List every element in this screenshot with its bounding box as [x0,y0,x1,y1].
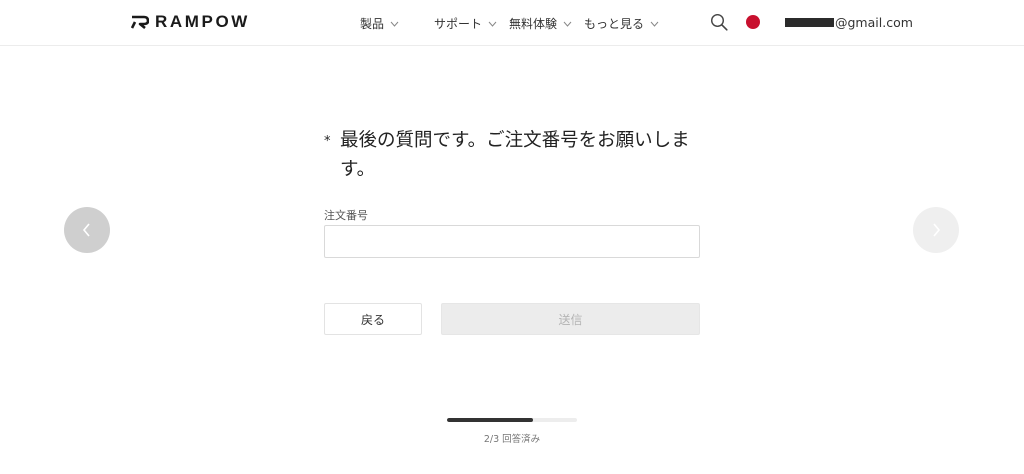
account-email-domain: @gmail.com [835,15,913,30]
next-question-button[interactable] [913,207,959,253]
japan-flag-icon[interactable] [746,15,760,29]
nav-support[interactable]: サポート [434,15,497,32]
search-icon[interactable] [710,13,728,31]
nav-products[interactable]: 製品 [360,15,399,32]
previous-question-button[interactable] [64,207,110,253]
question-text: 最後の質問です。ご注文番号をお願いします。 [340,130,690,180]
nav-label: 製品 [360,17,385,31]
logo-text: RAMPOW [155,12,250,31]
order-number-label: 注文番号 [324,209,368,222]
chevron-down-icon [390,21,399,27]
chevron-left-icon [82,223,90,237]
progress-text: 2/3 回答済み [483,434,541,445]
rampow-logo[interactable]: RAMPOW [131,12,250,32]
required-mark: * [324,134,331,149]
logo-mark-icon [131,15,149,29]
chevron-right-icon [933,223,941,237]
chevron-down-icon [563,21,572,27]
chevron-down-icon [488,21,497,27]
progress-bar-fill [447,418,533,422]
nav-label: もっと見る [584,17,645,31]
chevron-down-icon [650,21,659,27]
question-heading: * 最後の質問です。ご注文番号をお願いします。 [324,126,704,184]
redacted-email-username [785,18,834,27]
nav-label: 無料体験 [509,17,558,31]
site-header: RAMPOW 製品 サポート 無料体験 もっと見る @gmail.com [0,0,1024,46]
submit-button[interactable]: 送信 [441,303,700,335]
progress-bar [447,418,577,422]
account-email[interactable]: @gmail.com [785,15,913,30]
nav-more[interactable]: もっと見る [584,15,659,32]
back-button[interactable]: 戻る [324,303,422,335]
nav-free-trial[interactable]: 無料体験 [509,15,572,32]
order-number-input[interactable] [324,225,700,258]
nav-label: サポート [434,17,483,31]
